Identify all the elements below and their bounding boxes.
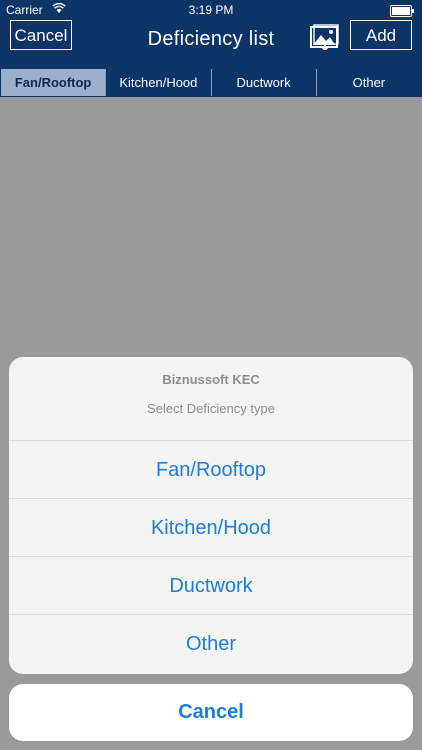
status-bar: Carrier 3:19 PM — [0, 0, 422, 20]
deficiency-tabs: Fan/Rooftop Kitchen/Hood Ductwork Other — [0, 68, 422, 97]
status-time: 3:19 PM — [188, 3, 234, 17]
tab-kitchen-hood[interactable]: Kitchen/Hood — [106, 69, 212, 96]
action-sheet-title: Biznussoft KEC — [162, 372, 260, 387]
tab-fan-rooftop[interactable]: Fan/Rooftop — [1, 69, 107, 96]
option-fan-rooftop[interactable]: Fan/Rooftop — [9, 441, 413, 499]
photo-gallery-icon[interactable] — [310, 24, 340, 52]
option-other[interactable]: Other — [9, 615, 413, 673]
tab-ductwork[interactable]: Ductwork — [212, 69, 317, 96]
option-ductwork[interactable]: Ductwork — [9, 557, 413, 615]
nav-bar: Carrier 3:19 PM Cancel Deficiency list A… — [0, 0, 422, 68]
add-button[interactable]: Add — [350, 20, 412, 50]
battery-icon — [390, 5, 414, 17]
action-sheet-cancel-button[interactable]: Cancel — [9, 684, 413, 741]
action-sheet-header: Biznussoft KEC Select Deficiency type — [9, 357, 413, 441]
action-sheet: Biznussoft KEC Select Deficiency type Fa… — [9, 357, 413, 674]
action-sheet-message: Select Deficiency type — [147, 401, 275, 416]
option-kitchen-hood[interactable]: Kitchen/Hood — [9, 499, 413, 557]
tab-other[interactable]: Other — [317, 69, 421, 96]
